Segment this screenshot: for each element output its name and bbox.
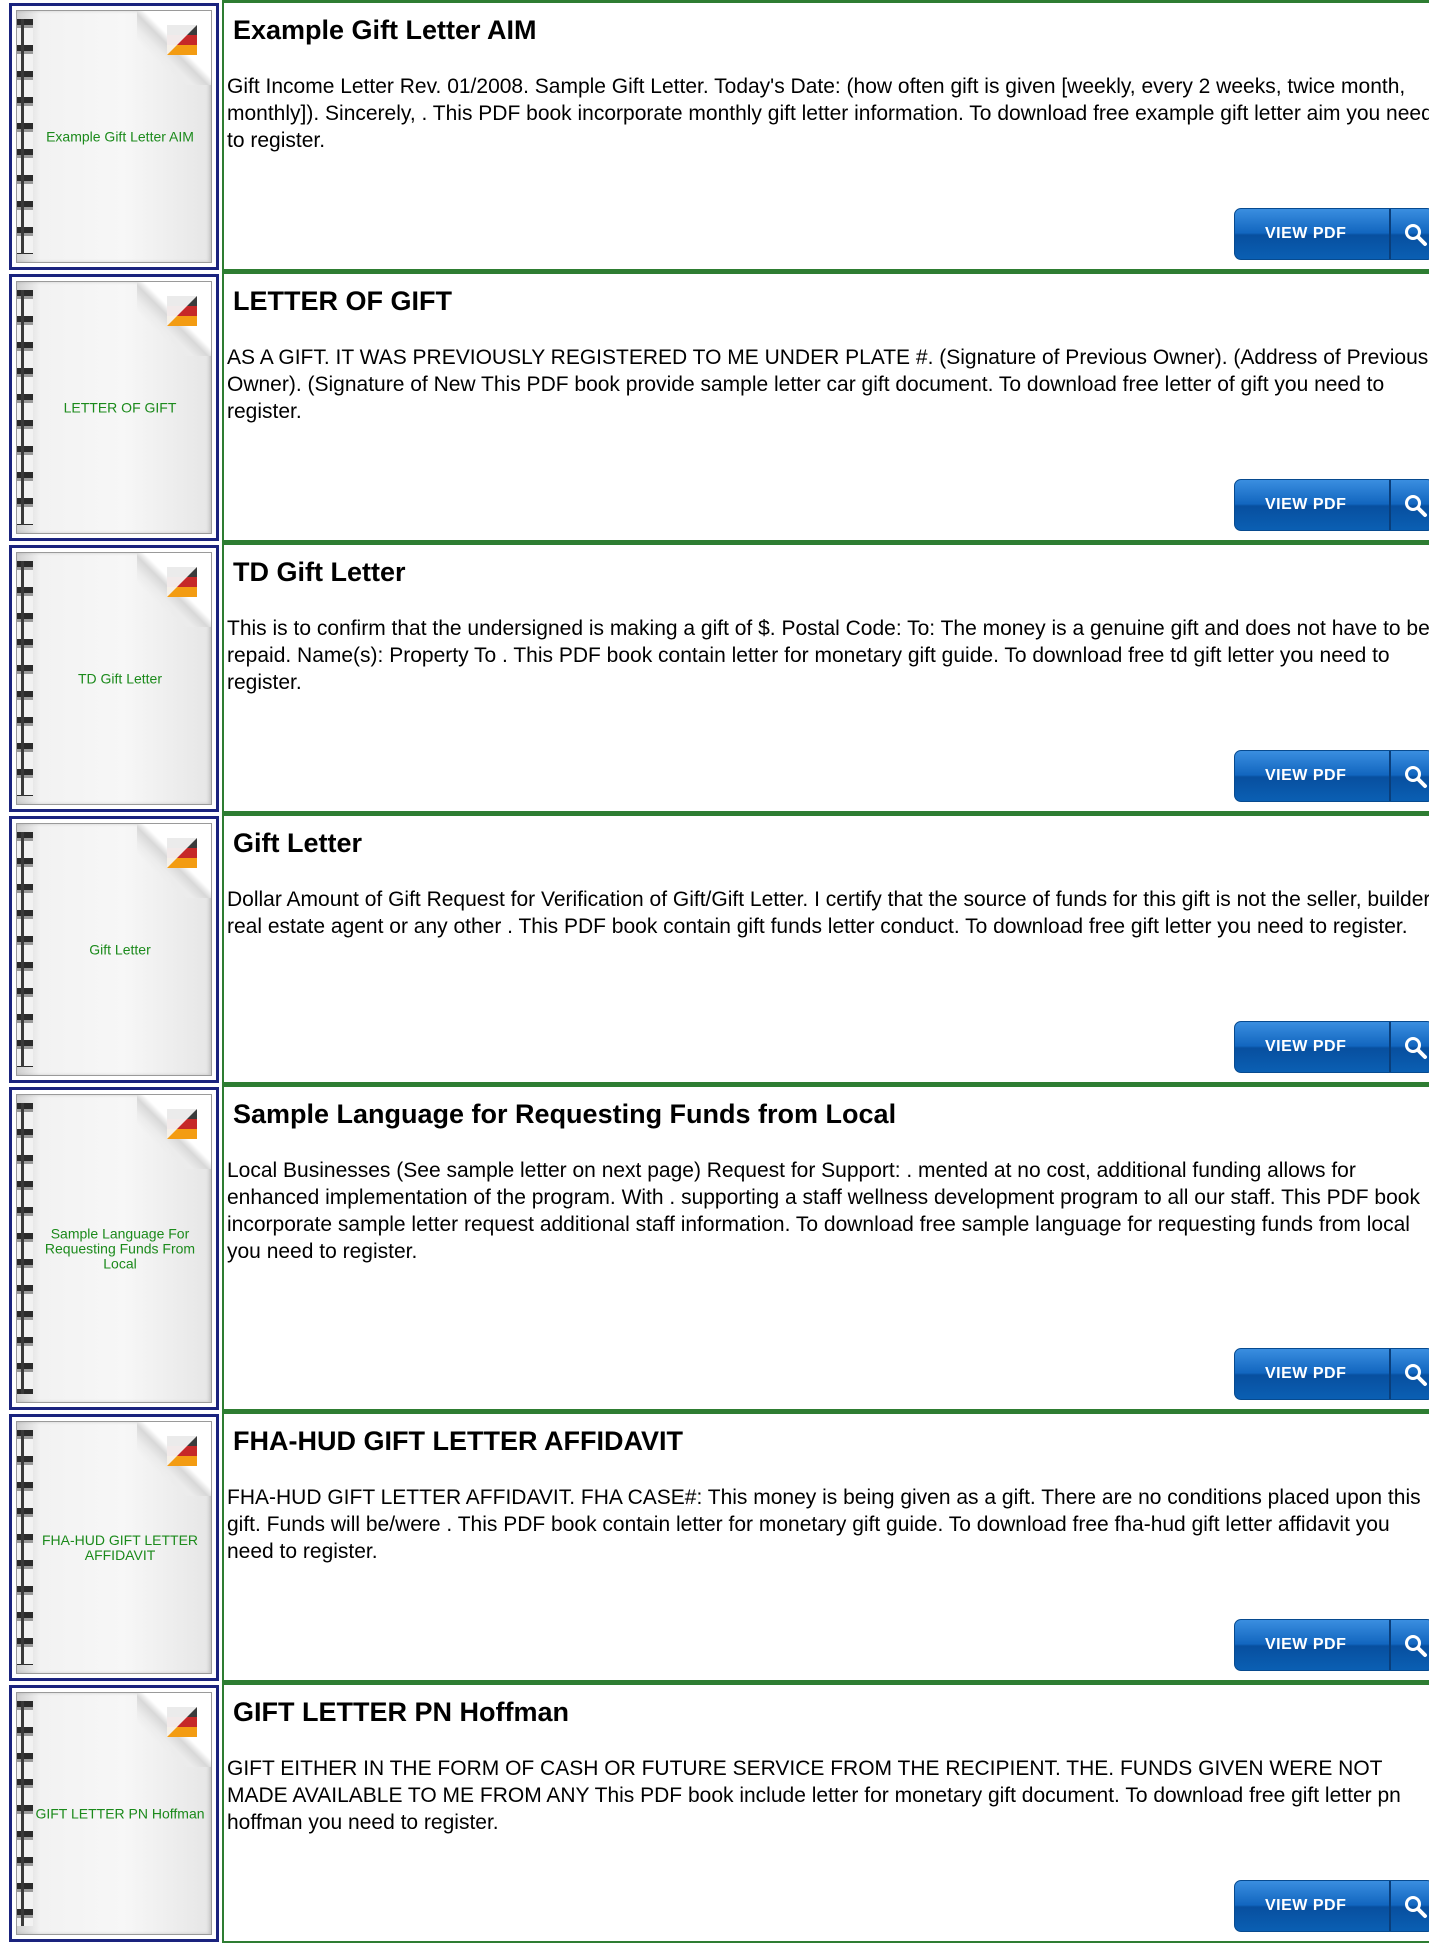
search-icon	[1405, 1896, 1427, 1918]
book-title[interactable]: Gift Letter	[233, 828, 362, 859]
book-entry: Sample Language For Requesting Funds Fro…	[0, 1084, 1429, 1411]
spiral-binding	[17, 19, 33, 254]
book-cover[interactable]: LETTER OF GIFT	[9, 274, 219, 541]
book-cover[interactable]: Gift Letter	[9, 816, 219, 1083]
view-pdf-label: VIEW PDF	[1265, 496, 1347, 513]
book-cover-art: LETTER OF GIFT	[16, 281, 212, 534]
search-icon	[1405, 1037, 1427, 1059]
book-cover-art: Example Gift Letter AIM	[16, 10, 212, 263]
cover-emblem-icon	[167, 296, 197, 326]
book-details: Gift Letter Dollar Amount of Gift Reques…	[222, 813, 1429, 1084]
book-cover-label: TD Gift Letter	[77, 670, 163, 686]
button-divider	[1389, 1349, 1391, 1399]
book-details: Sample Language for Requesting Funds fro…	[222, 1084, 1429, 1411]
button-divider	[1389, 1881, 1391, 1931]
book-title[interactable]: GIFT LETTER PN Hoffman	[233, 1697, 569, 1728]
book-title[interactable]: FHA-HUD GIFT LETTER AFFIDAVIT	[233, 1426, 683, 1457]
book-cover[interactable]: Sample Language For Requesting Funds Fro…	[9, 1087, 219, 1410]
button-divider	[1389, 209, 1391, 259]
view-pdf-label: VIEW PDF	[1265, 767, 1347, 784]
search-icon	[1405, 1364, 1427, 1386]
view-pdf-button[interactable]: VIEW PDF	[1234, 1619, 1429, 1671]
cover-emblem-icon	[167, 567, 197, 597]
search-icon	[1405, 495, 1427, 517]
book-description: This is to confirm that the undersigned …	[227, 617, 1429, 694]
book-details: LETTER OF GIFT AS A GIFT. IT WAS PREVIOU…	[222, 271, 1429, 542]
book-entry: LETTER OF GIFT LETTER OF GIFT AS A GIFT.…	[0, 271, 1429, 542]
book-title[interactable]: LETTER OF GIFT	[233, 286, 452, 317]
book-cover-label: GIFT LETTER PN Hoffman	[35, 1805, 205, 1821]
button-divider	[1389, 751, 1391, 801]
book-cover-art: FHA-HUD GIFT LETTER AFFIDAVIT	[16, 1421, 212, 1674]
view-pdf-label: VIEW PDF	[1265, 1038, 1347, 1055]
spiral-binding	[17, 290, 33, 525]
view-pdf-button[interactable]: VIEW PDF	[1234, 1880, 1429, 1932]
button-divider	[1389, 1620, 1391, 1670]
book-entry: TD Gift Letter TD Gift Letter This is to…	[0, 542, 1429, 813]
book-cover-label: Sample Language For Requesting Funds Fro…	[44, 1225, 196, 1271]
book-details: Example Gift Letter AIM Gift Income Lett…	[222, 0, 1429, 271]
book-entry: Gift Letter Gift Letter Dollar Amount of…	[0, 813, 1429, 1084]
cover-emblem-icon	[167, 1707, 197, 1737]
button-divider	[1389, 480, 1391, 530]
book-cover-label: LETTER OF GIFT	[63, 399, 177, 415]
book-details: GIFT LETTER PN Hoffman GIFT EITHER IN TH…	[222, 1682, 1429, 1943]
view-pdf-label: VIEW PDF	[1265, 1365, 1347, 1382]
book-description: GIFT EITHER IN THE FORM OF CASH OR FUTUR…	[227, 1757, 1401, 1834]
book-entry: Example Gift Letter AIM Example Gift Let…	[0, 0, 1429, 271]
view-pdf-label: VIEW PDF	[1265, 225, 1347, 242]
spiral-binding	[17, 561, 33, 796]
book-cover[interactable]: Example Gift Letter AIM	[9, 3, 219, 270]
book-cover-label: FHA-HUD GIFT LETTER AFFIDAVIT	[41, 1531, 199, 1563]
search-icon	[1405, 766, 1427, 788]
book-cover-art: GIFT LETTER PN Hoffman	[16, 1692, 212, 1935]
cover-emblem-icon	[167, 1436, 197, 1466]
book-description: Gift Income Letter Rev. 01/2008. Sample …	[227, 75, 1429, 152]
book-description: Local Businesses (See sample letter on n…	[227, 1159, 1420, 1263]
spiral-binding	[17, 1103, 33, 1394]
book-details: FHA-HUD GIFT LETTER AFFIDAVIT FHA-HUD GI…	[222, 1411, 1429, 1682]
book-cover-art: TD Gift Letter	[16, 552, 212, 805]
book-cover-art: Sample Language For Requesting Funds Fro…	[16, 1094, 212, 1403]
book-entry: FHA-HUD GIFT LETTER AFFIDAVIT FHA-HUD GI…	[0, 1411, 1429, 1682]
book-cover-label: Gift Letter	[89, 941, 151, 957]
book-title[interactable]: Sample Language for Requesting Funds fro…	[233, 1099, 896, 1130]
view-pdf-button[interactable]: VIEW PDF	[1234, 1021, 1429, 1073]
view-pdf-button[interactable]: VIEW PDF	[1234, 750, 1429, 802]
book-details: TD Gift Letter This is to confirm that t…	[222, 542, 1429, 813]
spiral-binding	[17, 1701, 33, 1926]
book-description: Dollar Amount of Gift Request for Verifi…	[227, 888, 1429, 938]
spiral-binding	[17, 1430, 33, 1665]
book-cover-label: Example Gift Letter AIM	[46, 128, 194, 144]
book-cover[interactable]: TD Gift Letter	[9, 545, 219, 812]
view-pdf-button[interactable]: VIEW PDF	[1234, 208, 1429, 260]
book-title[interactable]: TD Gift Letter	[233, 557, 406, 588]
book-description: AS A GIFT. IT WAS PREVIOUSLY REGISTERED …	[227, 346, 1429, 423]
view-pdf-label: VIEW PDF	[1265, 1897, 1347, 1914]
view-pdf-button[interactable]: VIEW PDF	[1234, 1348, 1429, 1400]
cover-emblem-icon	[167, 25, 197, 55]
book-title[interactable]: Example Gift Letter AIM	[233, 15, 537, 46]
view-pdf-label: VIEW PDF	[1265, 1636, 1347, 1653]
cover-emblem-icon	[167, 838, 197, 868]
book-cover[interactable]: GIFT LETTER PN Hoffman	[9, 1685, 219, 1942]
book-cover-art: Gift Letter	[16, 823, 212, 1076]
search-icon	[1405, 224, 1427, 246]
book-entry: GIFT LETTER PN Hoffman GIFT LETTER PN Ho…	[0, 1682, 1429, 1943]
spiral-binding	[17, 832, 33, 1067]
button-divider	[1389, 1022, 1391, 1072]
cover-emblem-icon	[167, 1109, 197, 1139]
book-cover[interactable]: FHA-HUD GIFT LETTER AFFIDAVIT	[9, 1414, 219, 1681]
search-icon	[1405, 1635, 1427, 1657]
book-description: FHA-HUD GIFT LETTER AFFIDAVIT. FHA CASE#…	[227, 1486, 1421, 1563]
view-pdf-button[interactable]: VIEW PDF	[1234, 479, 1429, 531]
